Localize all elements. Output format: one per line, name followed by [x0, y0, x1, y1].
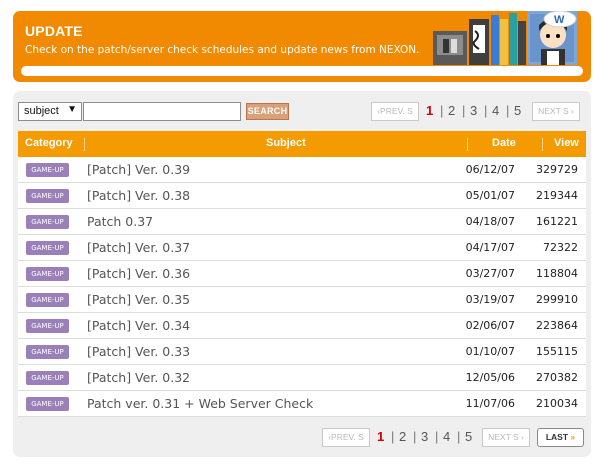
- category-badge: GAME-UP: [26, 293, 69, 307]
- category-badge: GAME-UP: [26, 163, 69, 177]
- table-header: Category Subject Date View: [18, 131, 586, 157]
- table-row[interactable]: GAME-UP Patch ver. 0.31 + Web Server Che…: [18, 391, 586, 417]
- search-field-select[interactable]: subject ▼: [18, 102, 82, 121]
- row-view-count: 219344: [536, 189, 578, 202]
- row-date: 02/06/07: [465, 319, 515, 332]
- row-subject-link[interactable]: [Patch] Ver. 0.38: [87, 188, 190, 203]
- category-badge: GAME-UP: [26, 189, 69, 203]
- category-badge: GAME-UP: [26, 397, 69, 411]
- next-pages-button[interactable]: NEXT S ›: [532, 102, 580, 121]
- row-view-count: 299910: [536, 293, 578, 306]
- column-header-date: Date: [492, 137, 516, 149]
- category-badge: GAME-UP: [26, 319, 69, 333]
- page-title: UPDATE: [25, 23, 83, 39]
- page-link-2[interactable]: 2: [399, 429, 406, 444]
- row-subject-link[interactable]: [Patch] Ver. 0.37: [87, 240, 190, 255]
- last-page-label: LAST: [545, 432, 569, 442]
- row-subject-link[interactable]: Patch 0.37: [87, 214, 153, 229]
- row-date: 12/05/06: [465, 371, 515, 384]
- row-view-count: 118804: [536, 267, 578, 280]
- row-date: 05/01/07: [465, 189, 515, 202]
- column-header-category: Category: [25, 137, 73, 149]
- row-view-count: 329729: [536, 163, 578, 176]
- row-subject-link[interactable]: [Patch] Ver. 0.36: [87, 266, 190, 281]
- row-date: 11/07/06: [465, 397, 515, 410]
- page-link-5[interactable]: 5: [465, 429, 472, 444]
- mascot-illustration: W: [433, 11, 577, 65]
- column-divider: [542, 138, 543, 151]
- bottom-pagination: ‹PREV. S 1 | 2 | 3 | 4 | 5 NEXT S › LAST…: [322, 428, 587, 447]
- row-date: 04/17/07: [465, 241, 515, 254]
- page-separator: |: [457, 429, 461, 444]
- page-link-3[interactable]: 3: [470, 103, 477, 118]
- mascot-badge: W: [554, 14, 565, 26]
- page-link-5[interactable]: 5: [514, 103, 521, 118]
- category-badge: GAME-UP: [26, 215, 69, 229]
- table-row[interactable]: GAME-UP [Patch] Ver. 0.32 12/05/06 27038…: [18, 365, 586, 391]
- row-subject-link[interactable]: [Patch] Ver. 0.39: [87, 162, 190, 177]
- table-row[interactable]: GAME-UP [Patch] Ver. 0.34 02/06/07 22386…: [18, 313, 586, 339]
- page-subtitle: Check on the patch/server check schedule…: [25, 44, 420, 56]
- top-pagination: ‹PREV. S 1 | 2 | 3 | 4 | 5 NEXT S ›: [371, 102, 583, 121]
- prev-pages-button[interactable]: ‹PREV. S: [371, 102, 419, 121]
- row-subject-link[interactable]: [Patch] Ver. 0.33: [87, 344, 190, 359]
- search-field-selected: subject: [24, 105, 59, 117]
- row-date: 01/10/07: [465, 345, 515, 358]
- page-separator: |: [435, 429, 439, 444]
- category-badge: GAME-UP: [26, 371, 69, 385]
- category-badge: GAME-UP: [26, 241, 69, 255]
- row-subject-link[interactable]: [Patch] Ver. 0.35: [87, 292, 190, 307]
- page-link-3[interactable]: 3: [421, 429, 428, 444]
- table-row[interactable]: GAME-UP [Patch] Ver. 0.39 06/12/07 32972…: [18, 157, 586, 183]
- page-link-2[interactable]: 2: [448, 103, 455, 118]
- row-view-count: 270382: [536, 371, 578, 384]
- page-separator: |: [391, 429, 395, 444]
- search-button[interactable]: SEARCH: [246, 103, 289, 120]
- prev-pages-button[interactable]: ‹PREV. S: [322, 428, 370, 447]
- page-separator: |: [440, 103, 444, 118]
- table-row[interactable]: GAME-UP [Patch] Ver. 0.37 04/17/07 72322: [18, 235, 586, 261]
- page-separator: |: [484, 103, 488, 118]
- column-header-subject: Subject: [266, 137, 306, 149]
- table-row[interactable]: GAME-UP [Patch] Ver. 0.33 01/10/07 15511…: [18, 339, 586, 365]
- row-date: 03/19/07: [465, 293, 515, 306]
- banner-progress-bar: [21, 66, 583, 76]
- page-link-1[interactable]: 1: [377, 429, 384, 444]
- row-date: 04/18/07: [465, 215, 515, 228]
- row-view-count: 223864: [536, 319, 578, 332]
- page-link-4[interactable]: 4: [492, 103, 499, 118]
- table-row[interactable]: GAME-UP [Patch] Ver. 0.36 03/27/07 11880…: [18, 261, 586, 287]
- row-view-count: 210034: [536, 397, 578, 410]
- row-subject-link[interactable]: [Patch] Ver. 0.32: [87, 370, 190, 385]
- search-input[interactable]: [83, 102, 241, 121]
- category-badge: GAME-UP: [26, 345, 69, 359]
- last-page-button[interactable]: LAST »: [537, 428, 584, 447]
- board-panel: subject ▼ SEARCH ‹PREV. S 1 | 2 | 3 | 4 …: [13, 91, 591, 457]
- page-link-1[interactable]: 1: [426, 103, 433, 118]
- update-table: Category Subject Date View GAME-UP [Patc…: [18, 131, 586, 417]
- column-divider: [84, 138, 85, 151]
- table-row[interactable]: GAME-UP Patch 0.37 04/18/07 161221: [18, 209, 586, 235]
- dropdown-arrow-icon: ▼: [67, 104, 77, 115]
- page-separator: |: [413, 429, 417, 444]
- column-header-view: View: [554, 137, 579, 149]
- search-toolbar: subject ▼ SEARCH ‹PREV. S 1 | 2 | 3 | 4 …: [18, 101, 586, 123]
- update-banner: UPDATE Check on the patch/server check s…: [13, 11, 591, 82]
- row-subject-link[interactable]: Patch ver. 0.31 + Web Server Check: [87, 396, 313, 411]
- next-pages-button[interactable]: NEXT S ›: [482, 428, 530, 447]
- table-row[interactable]: GAME-UP [Patch] Ver. 0.35 03/19/07 29991…: [18, 287, 586, 313]
- row-subject-link[interactable]: [Patch] Ver. 0.34: [87, 318, 190, 333]
- page-separator: |: [506, 103, 510, 118]
- row-view-count: 155115: [536, 345, 578, 358]
- double-chevron-right-icon: »: [570, 432, 576, 442]
- page-link-4[interactable]: 4: [443, 429, 450, 444]
- row-view-count: 72322: [543, 241, 578, 254]
- table-row[interactable]: GAME-UP [Patch] Ver. 0.38 05/01/07 21934…: [18, 183, 586, 209]
- row-date: 03/27/07: [465, 267, 515, 280]
- category-badge: GAME-UP: [26, 267, 69, 281]
- row-view-count: 161221: [536, 215, 578, 228]
- row-date: 06/12/07: [465, 163, 515, 176]
- page-separator: |: [462, 103, 466, 118]
- column-divider: [467, 138, 468, 151]
